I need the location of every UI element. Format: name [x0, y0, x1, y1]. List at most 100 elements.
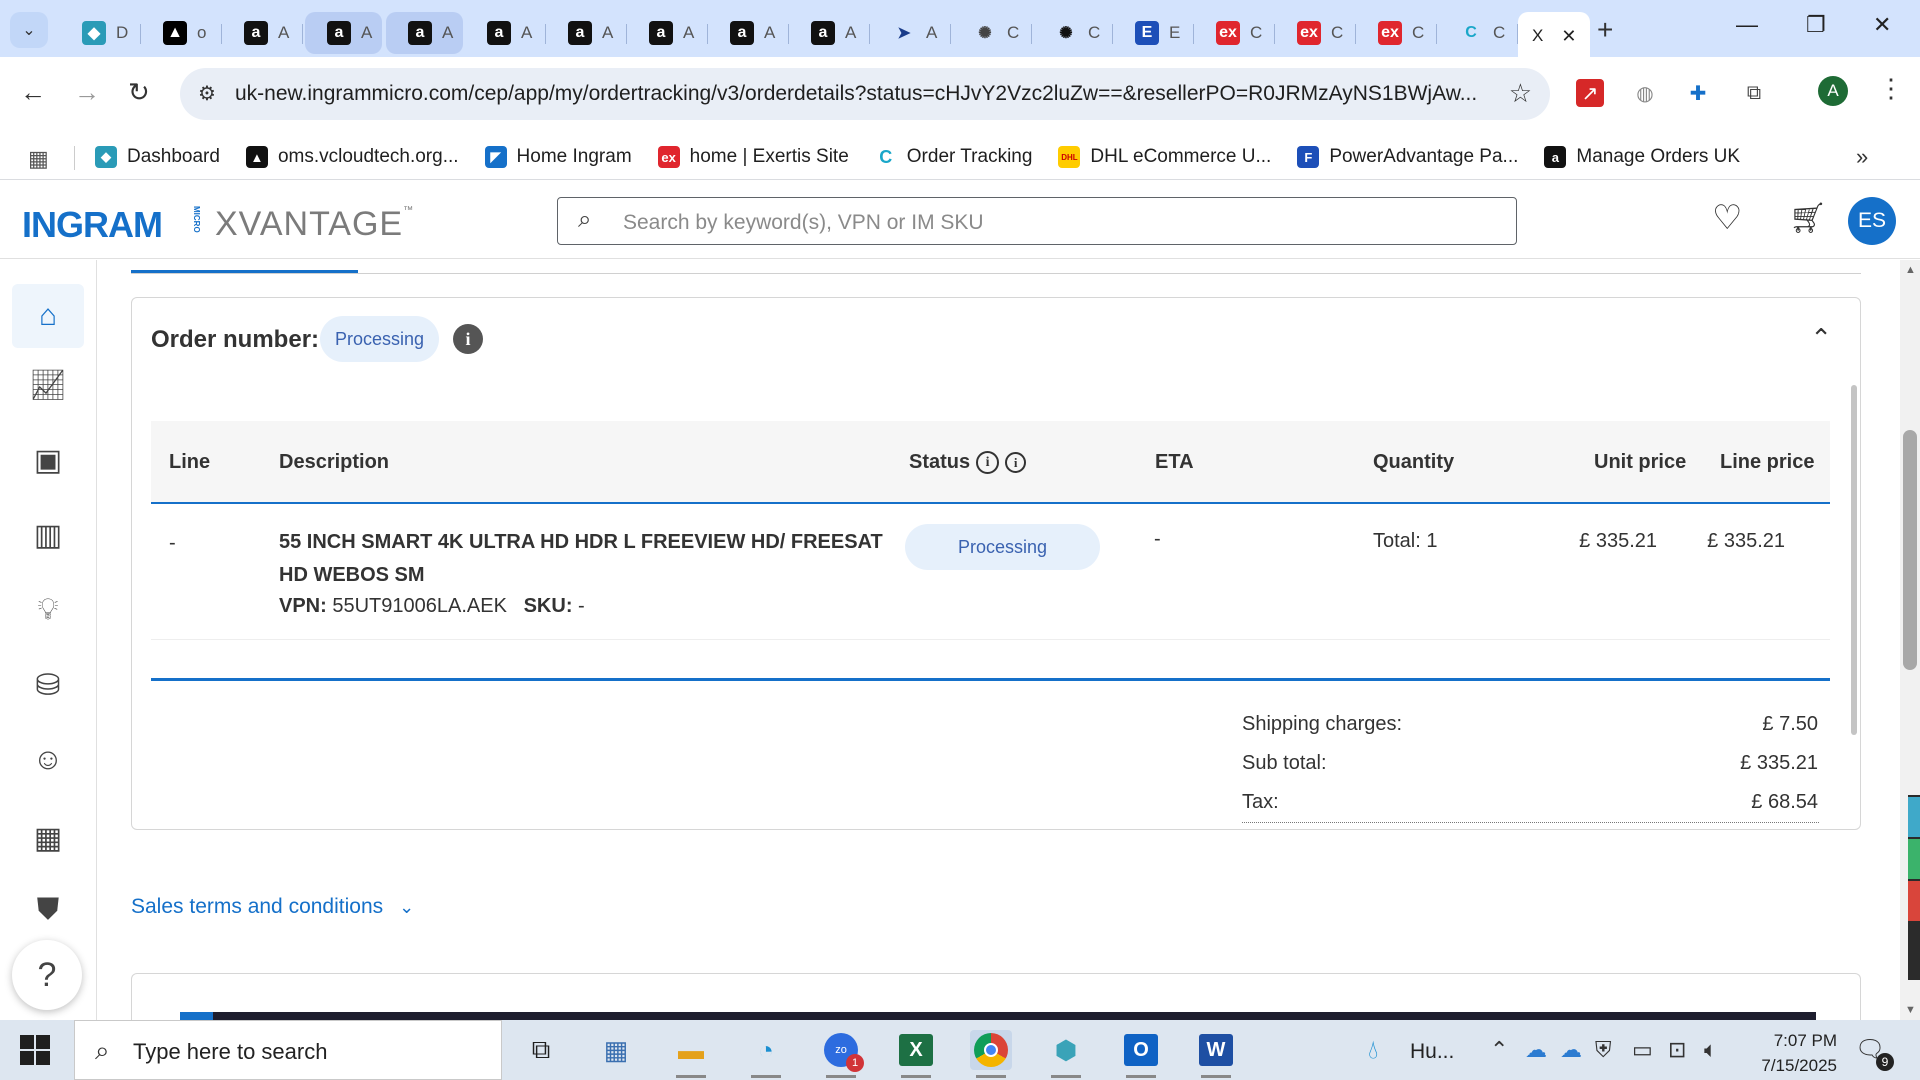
lightbulb-icon[interactable]: 💡︎	[28, 590, 68, 630]
site-info-icon[interactable]: ⚙	[198, 81, 216, 106]
network-icon[interactable]: ⊡	[1668, 1037, 1686, 1063]
browser-tab[interactable]: ex C	[1356, 12, 1437, 54]
amazon-icon: a	[408, 20, 432, 45]
extensions-puzzle-icon[interactable]: ⧉	[1740, 79, 1768, 107]
bookmark-item[interactable]: ▲ oms.vcloudtech.org...	[245, 146, 459, 168]
bookmark-item[interactable]: ex home | Exertis Site	[657, 146, 849, 168]
browser-tab-title: A	[278, 22, 290, 42]
user-avatar[interactable]: ES	[1848, 197, 1896, 245]
minimize-icon[interactable]: —	[1736, 12, 1758, 38]
help-question-icon[interactable]: ?	[12, 940, 82, 1010]
analytics-chart-icon[interactable]: 📈︎	[28, 365, 68, 405]
outlook-icon[interactable]: O	[1120, 1030, 1162, 1078]
app-hex-icon[interactable]: ⬢	[1045, 1030, 1087, 1078]
xvantage-logo[interactable]: XVANTAGE™	[215, 205, 414, 244]
browser-profile-avatar[interactable]: A	[1818, 76, 1848, 106]
support-person-icon[interactable]: ☺	[28, 740, 68, 780]
back-arrow-icon[interactable]: ←	[20, 77, 46, 108]
bookmark-item[interactable]: ◤ Home Ingram	[484, 146, 632, 168]
favorites-heart-icon[interactable]: ♡	[1712, 198, 1742, 238]
ingram-logo[interactable]: INGRAM	[22, 204, 163, 246]
browser-tab[interactable]: ▲ o	[141, 12, 222, 54]
onedrive-cloud-2-icon[interactable]: ☁	[1560, 1037, 1582, 1063]
browser-tab[interactable]: aA	[305, 11, 382, 54]
security-icon[interactable]: ⛨	[1595, 1037, 1612, 1063]
browser-tab[interactable]: EE	[1113, 12, 1194, 54]
taskbar-search-box[interactable]: ⌕ Type here to search	[74, 1020, 502, 1080]
browser-tab[interactable]: aA	[708, 12, 789, 54]
warehouse-icon[interactable]: ▥	[28, 515, 68, 555]
box-icon[interactable]: ▣	[28, 440, 68, 480]
browser-menu-icon[interactable]: ⋮	[1878, 73, 1904, 104]
battery-icon[interactable]: ▭	[1632, 1037, 1653, 1063]
extension-globe-icon[interactable]: ◍	[1631, 79, 1659, 107]
word-icon[interactable]: W	[1195, 1030, 1237, 1078]
browser-tab[interactable]: ➤ A	[870, 12, 951, 54]
weather-drop-icon[interactable]: 💧︎	[1368, 1034, 1378, 1066]
forward-arrow-icon[interactable]: →	[74, 77, 100, 108]
browser-tab[interactable]: ✺ C	[1032, 12, 1113, 54]
shopping-cart-icon[interactable]: 🛒︎	[1789, 201, 1827, 236]
bookmark-item[interactable]: F PowerAdvantage Pa...	[1297, 146, 1518, 168]
more-bookmarks-icon[interactable]: »	[1856, 144, 1868, 170]
bookmark-item[interactable]: a Manage Orders UK	[1544, 146, 1740, 168]
reload-icon[interactable]: ↻	[128, 77, 150, 108]
browser-tab[interactable]: aA	[627, 12, 708, 54]
collapse-chevron-up-icon[interactable]: ⌃	[1810, 323, 1832, 354]
zoom-app-icon[interactable]: zo 1	[820, 1030, 864, 1078]
layers-hand-icon[interactable]: ⛁	[28, 665, 68, 705]
sales-terms-toggle[interactable]: Sales terms and conditions ⌄	[131, 895, 414, 919]
browser-tab-title: o	[197, 22, 207, 42]
url-text[interactable]: uk-new.ingrammicro.com/cep/app/my/ordert…	[235, 82, 1495, 106]
calculator-icon[interactable]: ▦	[595, 1030, 637, 1070]
browser-tab[interactable]: aA	[465, 12, 546, 54]
windows-start-icon[interactable]	[20, 1035, 50, 1065]
excel-icon[interactable]: X	[895, 1030, 937, 1078]
order-info-icon[interactable]: i	[453, 324, 483, 354]
edge-browser-icon[interactable]: ◔	[745, 1030, 787, 1078]
browser-tab[interactable]: aA	[546, 12, 627, 54]
weather-text[interactable]: Hu...	[1410, 1040, 1454, 1064]
scroll-down-arrow-icon[interactable]: ▼	[1905, 1004, 1916, 1016]
new-tab-plus-icon[interactable]: +	[1597, 14, 1613, 46]
system-clock[interactable]: 7:07 PM 7/15/2025	[1745, 1028, 1837, 1078]
browser-tab[interactable]: ✺ C	[951, 12, 1032, 54]
status-info-secondary-icon[interactable]: i	[1005, 452, 1027, 474]
browser-tab[interactable]: aA	[222, 12, 303, 54]
browser-tab[interactable]: ex C	[1275, 12, 1356, 54]
chrome-icon[interactable]	[970, 1030, 1012, 1078]
bookmark-star-icon[interactable]: ☆	[1509, 78, 1532, 109]
tab-search-chevron-icon[interactable]: ⌄	[10, 12, 48, 48]
browser-tab[interactable]: ex C	[1194, 12, 1275, 54]
browser-tab[interactable]: ◆ D	[60, 12, 141, 54]
close-window-icon[interactable]: ✕	[1873, 12, 1891, 38]
task-view-icon[interactable]: ⧉	[520, 1030, 562, 1070]
bookmark-item[interactable]: C Order Tracking	[875, 146, 1032, 168]
browser-tab[interactable]: CC	[1437, 12, 1518, 54]
bookmarks-divider	[74, 146, 75, 170]
status-info-icon[interactable]: i	[976, 451, 1000, 475]
search-icon[interactable]: ⌕	[578, 206, 591, 234]
card-scrollbar[interactable]	[1851, 385, 1857, 735]
shopping-bag-icon[interactable]: ⛊	[28, 890, 68, 930]
home-icon[interactable]: ⌂	[12, 284, 84, 348]
apps-grid-icon[interactable]: ▦	[28, 146, 49, 172]
extension-red-arrow-icon[interactable]: ↗	[1576, 79, 1604, 107]
browser-tab[interactable]: aA	[789, 12, 870, 54]
browser-tab-active[interactable]: X ✕	[1518, 11, 1590, 61]
calendar-icon[interactable]: ▦	[28, 818, 68, 858]
onedrive-cloud-icon[interactable]: ☁	[1525, 1037, 1547, 1063]
address-bar[interactable]: ⚙ uk-new.ingrammicro.com/cep/app/my/orde…	[180, 68, 1550, 120]
file-explorer-icon[interactable]: ▬	[670, 1030, 712, 1078]
extension-blue-icon[interactable]: ✚	[1684, 79, 1712, 107]
page-scroll-thumb[interactable]	[1903, 430, 1917, 670]
restore-icon[interactable]: ❐	[1806, 12, 1826, 38]
scroll-up-arrow-icon[interactable]: ▲	[1905, 264, 1916, 276]
browser-tab[interactable]: aA	[386, 11, 463, 54]
product-search-input[interactable]: ⌕ Search by keyword(s), VPN or IM SKU	[557, 197, 1517, 245]
close-tab-icon[interactable]: ✕	[1561, 26, 1576, 47]
show-hidden-icons-chevron-icon[interactable]: ⌃	[1490, 1037, 1508, 1063]
volume-icon[interactable]: 🔈︎	[1704, 1037, 1717, 1063]
bookmark-item[interactable]: ◆ Dashboard	[95, 146, 220, 168]
bookmark-item[interactable]: DHL DHL eCommerce U...	[1058, 146, 1271, 168]
